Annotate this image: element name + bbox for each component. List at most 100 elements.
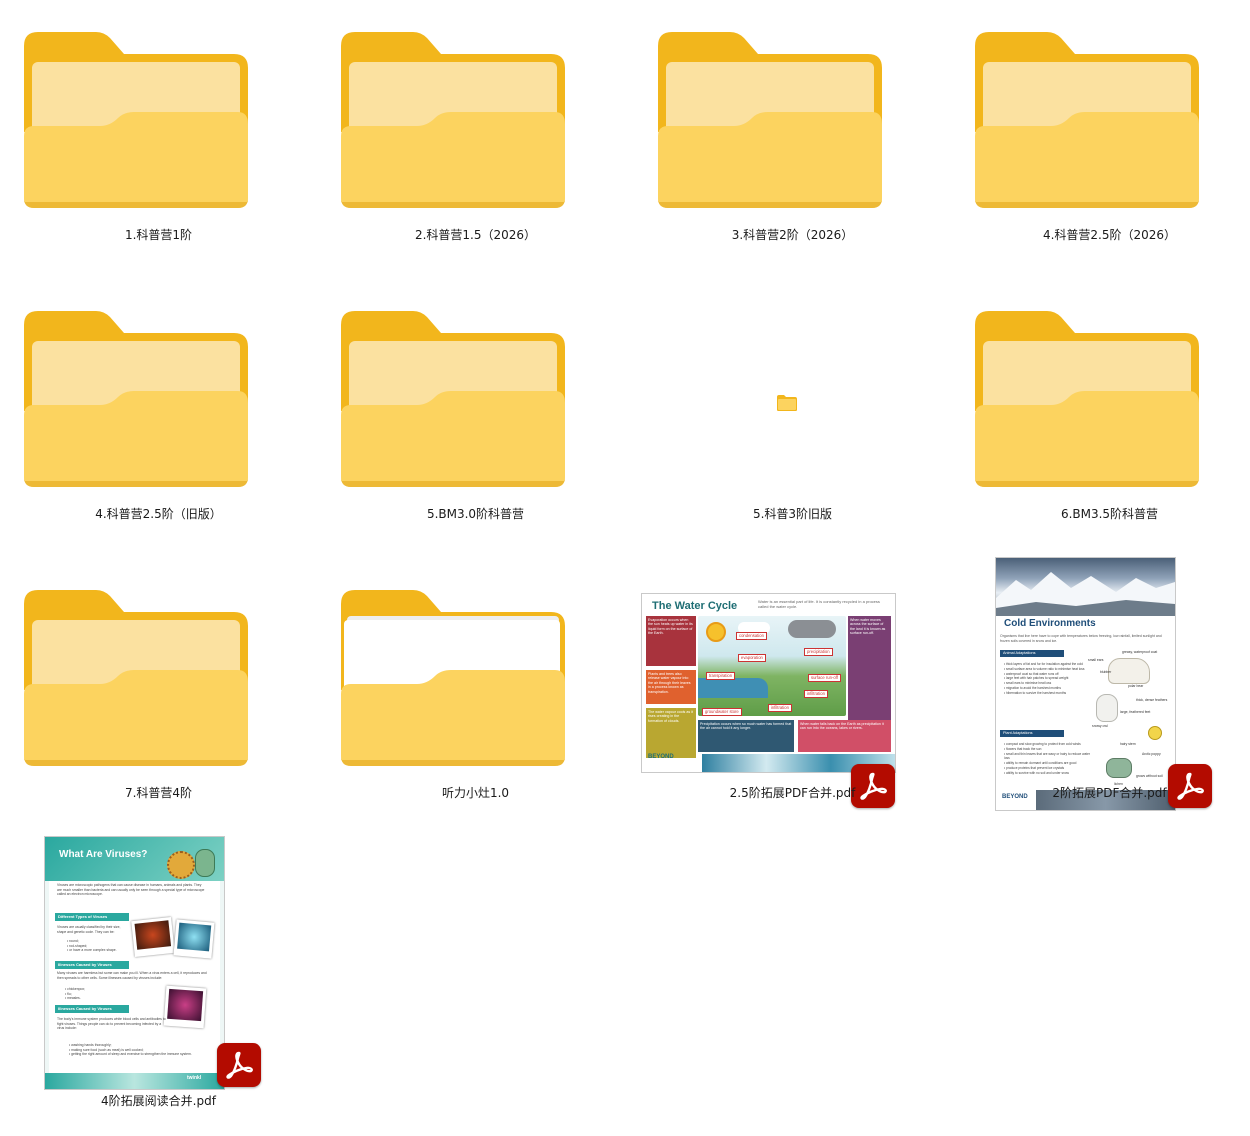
folder-icon (975, 311, 1199, 487)
folder-icon (341, 311, 565, 487)
folder-icon (24, 32, 248, 208)
diagram-label: small ears (1088, 658, 1104, 662)
folder-item[interactable]: 2.科普营1.5（2026） (317, 0, 634, 279)
folder-name: 7.科普营4阶 (124, 786, 193, 800)
diagram-label: polar bear (1128, 684, 1144, 688)
pdf-icon (217, 1043, 261, 1087)
pdf-thumbnail: The Water Cycle Water is an essential pa… (642, 594, 895, 772)
bullet: • small surface area to volume ratio to … (1004, 666, 1085, 671)
folder-name: 5.科普3阶旧版 (752, 507, 833, 521)
folder-name: 1.科普营1阶 (124, 228, 193, 242)
diagram-label: transpiration (706, 672, 736, 680)
thumb-intro: Organisms that live here have to cope wi… (1000, 634, 1162, 643)
logo: BEYOND (648, 754, 674, 760)
folder-item[interactable]: 4.科普营2.5阶（旧版） (0, 279, 317, 558)
folder-with-papers-icon (341, 590, 565, 766)
section-heading: Plant Adaptations (1000, 730, 1064, 737)
water-body (698, 678, 768, 698)
section-heading: Animal Adaptations (1000, 650, 1064, 657)
section-heading: Illnesses Caused by Viruses (55, 961, 129, 969)
virus-icon (167, 851, 195, 879)
folder-name: 听力小灶1.0 (441, 786, 510, 800)
photo (173, 919, 215, 959)
folder-name: 2.科普营1.5（2026） (414, 228, 537, 242)
folder-icon (975, 32, 1199, 208)
pdf-item[interactable]: Cold Environments Organisms that live he… (951, 558, 1250, 837)
intro-text: Viruses are microscopic pathogens that c… (57, 883, 205, 897)
diagram-label: precipitation (804, 648, 833, 656)
text-box: Precipitation occurs when so much water … (698, 720, 794, 752)
diagram-label: condensation (736, 632, 767, 640)
folder-name: 6.BM3.5阶科普营 (1060, 507, 1159, 521)
logo: twinkl (187, 1075, 202, 1081)
folder-item[interactable]: 4.科普营2.5阶（2026） (951, 0, 1250, 279)
folder-name: 3.科普营2阶（2026） (731, 228, 854, 242)
photo (131, 917, 175, 957)
diagram-label: snowy owl (1092, 724, 1108, 728)
mountain-photo (996, 558, 1175, 616)
folder-name: 4.科普营2.5阶（旧版） (95, 507, 222, 521)
body-text: Many viruses are harmless but some can m… (57, 971, 207, 980)
text-box: When water falls back on the Earth as pr… (798, 720, 891, 752)
text-box: The water vapour cools as it rises creat… (646, 708, 696, 758)
folder-item[interactable]: 5.BM3.0阶科普营 (317, 279, 634, 558)
owl-illustration (1096, 694, 1118, 722)
poppy-illustration (1148, 726, 1162, 740)
bullet: • small and thin leaves that are waxy or… (1004, 751, 1090, 761)
photo (163, 985, 207, 1029)
lichen-illustration (1106, 758, 1132, 778)
pdf-thumbnail: Cold Environments Organisms that live he… (996, 558, 1175, 810)
folder-item[interactable]: 5.科普3阶旧版 (634, 279, 951, 558)
text-box: Plants and trees also release water vapo… (646, 670, 696, 704)
body-text: The body's immune system produces white … (57, 1017, 166, 1031)
virus-icon (195, 849, 215, 877)
folder-name: 4.科普营2.5阶（2026） (1042, 228, 1177, 242)
folder-item[interactable]: 1.科普营1阶 (0, 0, 317, 279)
file-name: 2.5阶拓展PDF合并.pdf (729, 786, 856, 800)
folder-item[interactable]: 听力小灶1.0 (317, 558, 634, 837)
diagram-label: greasy, waterproof coat (1122, 650, 1158, 654)
diagram-label: grows without soil (1136, 774, 1163, 778)
diagram-label: groundwater store (702, 708, 742, 716)
folder-item[interactable]: 3.科普营2阶（2026） (634, 0, 951, 279)
section-heading: Illnesses Caused by Viruses (55, 1005, 129, 1013)
water-cycle-illustration (698, 616, 846, 716)
diagram-label: hairy stem (1120, 742, 1136, 746)
diagram-label: thick, dense feathers (1136, 698, 1168, 702)
folder-loading-icon (776, 394, 798, 412)
folder-name: 5.BM3.0阶科普营 (426, 507, 525, 521)
bullet: • hibernation to survive the harshest mo… (1004, 690, 1067, 695)
pdf-item[interactable]: What Are Viruses? Viruses are microscopi… (0, 837, 317, 1116)
diagram-label: infiltration (804, 690, 828, 698)
thumb-title: The Water Cycle (652, 600, 738, 612)
file-name: 4阶拓展阅读合并.pdf (101, 1094, 216, 1108)
bullet: • ability to survive with no soil and un… (1004, 770, 1069, 775)
sun-icon (706, 622, 726, 642)
diagram-label: Arctic poppy (1142, 752, 1161, 756)
polar-bear-illustration (1108, 658, 1150, 684)
text-box: When water moves across the surface of t… (848, 616, 891, 724)
diagram-label: infiltration (768, 704, 792, 712)
bullet: • getting the right amount of sleep and … (69, 1052, 192, 1057)
folder-item[interactable]: 7.科普营4阶 (0, 558, 317, 837)
thumb-intro: Water is an essential part of life. It i… (758, 599, 880, 609)
bullet: • or have a more complex shape. (67, 948, 117, 953)
bullet: • measles. (65, 996, 81, 1001)
pdf-item[interactable]: The Water Cycle Water is an essential pa… (634, 558, 951, 837)
folder-icon (341, 32, 565, 208)
folder-icon (24, 590, 248, 766)
diagram-label: blubber (1100, 670, 1112, 674)
thumb-title: Cold Environments (1004, 618, 1096, 629)
body-text: Viruses are usually classified by their … (57, 925, 121, 934)
diagram-label: evaporation (738, 654, 766, 662)
pdf-thumbnail: What Are Viruses? Viruses are microscopi… (45, 837, 224, 1089)
text-box: Evaporation occurs when the sun heats up… (646, 616, 696, 666)
diagram-label: surface run-off (808, 674, 841, 682)
thumb-title: What Are Viruses? (59, 849, 148, 860)
section-heading: Different Types of Viruses (55, 913, 129, 921)
folder-icon (24, 311, 248, 487)
file-name: 2阶拓展PDF合并.pdf (1052, 786, 1167, 800)
folder-item[interactable]: 6.BM3.5阶科普营 (951, 279, 1250, 558)
diagram-label: large, feathered feet (1120, 710, 1151, 714)
folder-icon (658, 32, 882, 208)
